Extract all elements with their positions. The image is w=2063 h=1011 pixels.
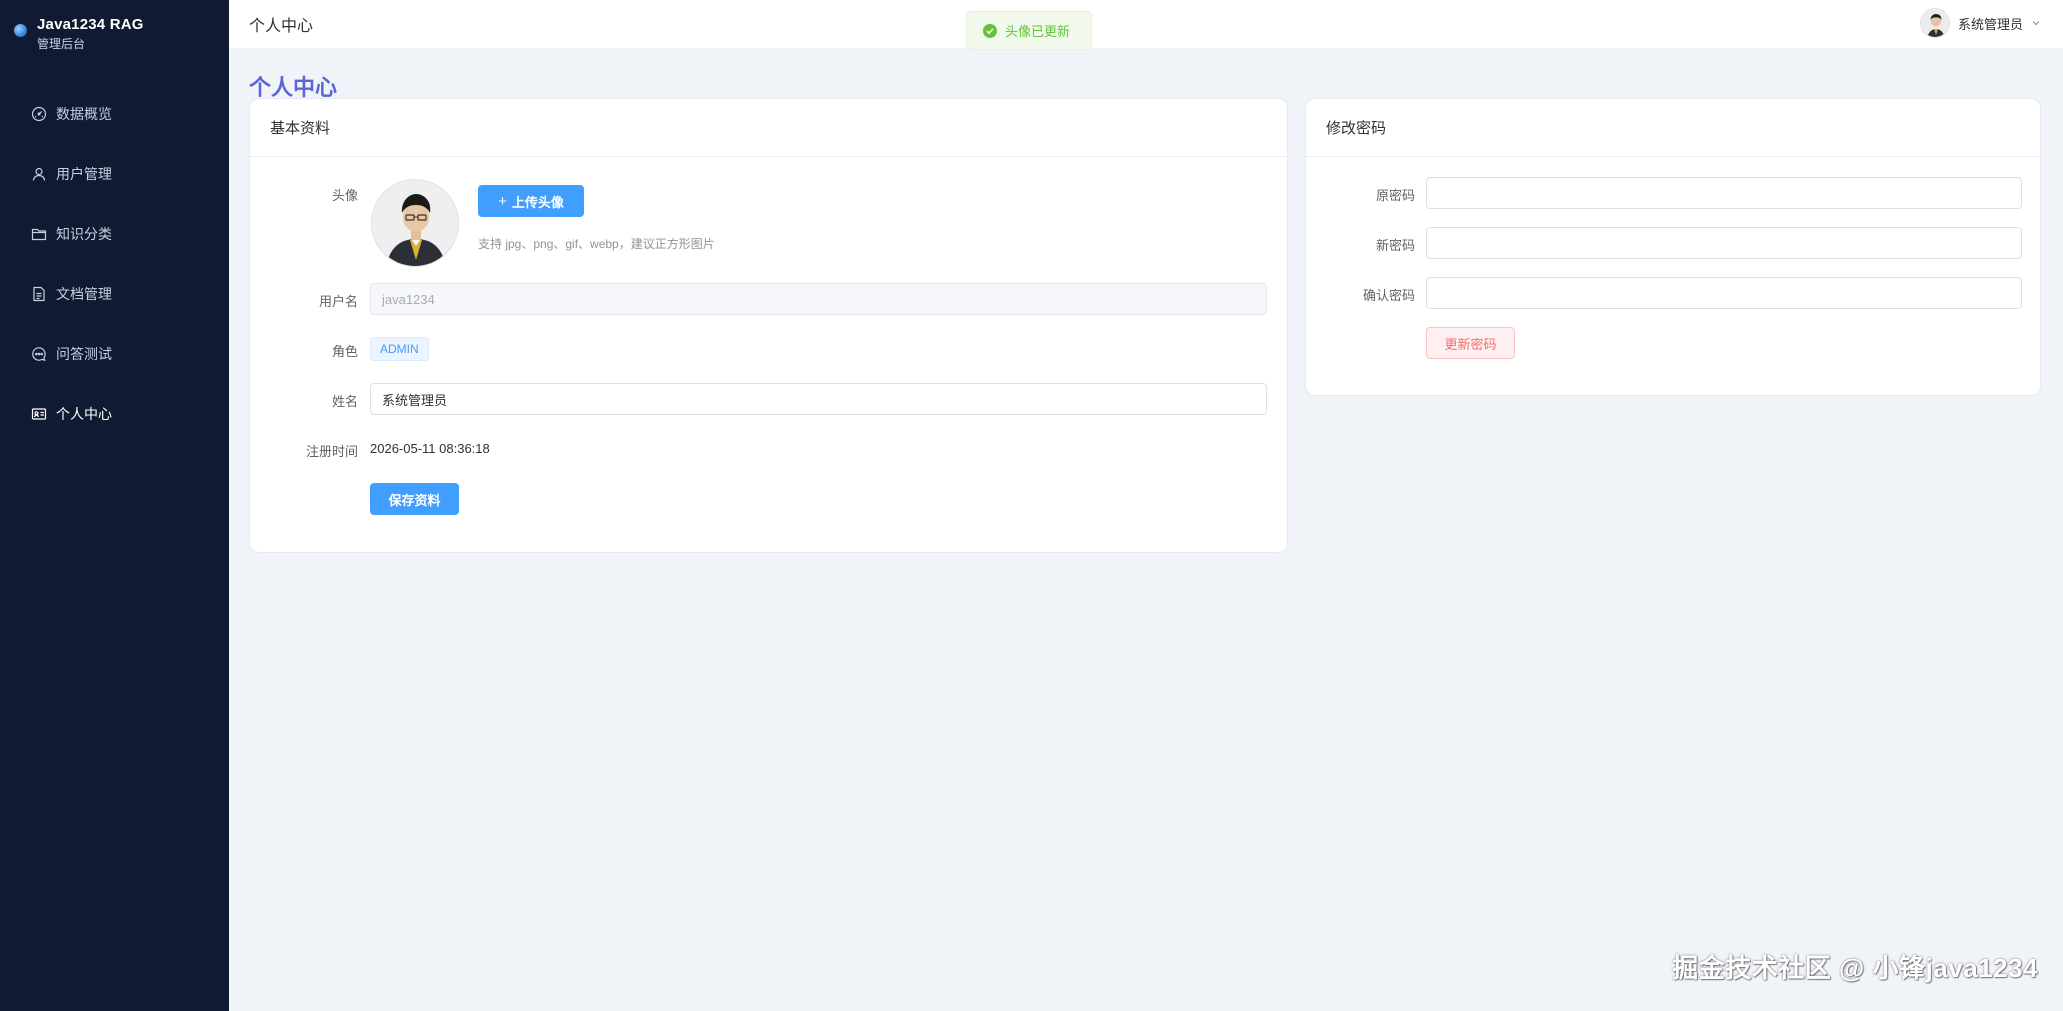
watermark: 掘金技术社区 @ 小锋java1234 — [1672, 953, 2038, 983]
sidebar-item-label: 用户管理 — [56, 166, 112, 182]
check-circle-icon — [983, 23, 997, 38]
confirm-password-input[interactable] — [1426, 277, 2022, 309]
upload-avatar-label: 上传头像 — [511, 194, 564, 210]
id-card-icon — [31, 408, 47, 420]
new-password-input[interactable] — [1426, 227, 2022, 259]
sidebar-item-label: 数据概览 — [56, 106, 112, 122]
plus-icon: + — [498, 192, 507, 210]
register-time-value: 2026-05-11 08:36:18 — [370, 441, 490, 456]
brand[interactable]: Java1234 RAG 管理后台 — [14, 16, 144, 52]
username-input[interactable]: java1234 — [370, 283, 1267, 315]
sidebar-item-documents[interactable]: 文档管理 — [0, 264, 229, 324]
sidebar-item-profile[interactable]: 个人中心 — [0, 384, 229, 444]
role-label: 角色 — [331, 344, 358, 359]
confirm-password-label: 确认密码 — [1362, 288, 1415, 303]
username-label: 用户名 — [318, 294, 358, 309]
name-input[interactable]: 系统管理员 — [370, 383, 1267, 415]
old-password-input[interactable] — [1426, 177, 2022, 209]
sidebar-item-categories[interactable]: 知识分类 — [0, 204, 229, 264]
brand-logo-icon — [14, 24, 27, 37]
sidebar-item-dashboard[interactable]: 数据概览 — [0, 84, 229, 144]
chat-icon — [32, 347, 46, 362]
chevron-down-icon — [2032, 21, 2040, 26]
old-password-label: 原密码 — [1375, 188, 1415, 203]
sidebar-item-label: 知识分类 — [56, 226, 112, 242]
password-card-title: 修改密码 — [1306, 99, 2040, 157]
folder-icon — [31, 228, 47, 241]
sidebar-item-label: 个人中心 — [56, 406, 112, 422]
profile-card: 基本资料 头像 + 上传头像 支持 jpg、png、gif、webp，建议正方形… — [249, 98, 1288, 553]
avatar — [1919, 8, 1950, 38]
user-icon — [32, 167, 46, 181]
user-photo-icon — [372, 180, 458, 266]
brand-subtitle: 管理后台 — [37, 37, 86, 51]
user-photo-icon — [1920, 9, 1949, 37]
new-password-label: 新密码 — [1375, 238, 1415, 253]
header-title: 个人中心 — [249, 18, 314, 35]
sidebar-item-label: 文档管理 — [56, 286, 112, 302]
user-menu-trigger[interactable]: 系统管理员 — [1919, 7, 2041, 39]
document-icon — [33, 286, 45, 302]
avatar-label: 头像 — [331, 188, 358, 203]
sidebar-item-label: 问答测试 — [56, 346, 112, 362]
toast-message: 头像已更新 — [1005, 24, 1071, 39]
password-card: 修改密码 原密码 新密码 确认密码 更新密码 — [1305, 98, 2041, 396]
update-password-button[interactable]: 更新密码 — [1426, 327, 1515, 359]
upload-hint: 支持 jpg、png、gif、webp，建议正方形图片 — [478, 237, 715, 251]
sidebar-item-users[interactable]: 用户管理 — [0, 144, 229, 204]
role-badge: ADMIN — [370, 337, 429, 361]
brand-title: Java1234 RAG — [37, 16, 144, 33]
upload-avatar-button[interactable]: + 上传头像 — [478, 185, 584, 217]
success-toast: 头像已更新 — [966, 11, 1092, 50]
register-time-label: 注册时间 — [305, 444, 358, 459]
user-name: 系统管理员 — [1957, 16, 2023, 32]
sidebar-item-qa-test[interactable]: 问答测试 — [0, 324, 229, 384]
sidebar: Java1234 RAG 管理后台 数据概览 用户管理 知识分类 文档管理 问答… — [0, 0, 229, 1011]
name-label: 姓名 — [331, 394, 358, 409]
gauge-icon — [31, 106, 47, 122]
save-profile-button[interactable]: 保存资料 — [370, 483, 459, 515]
sidebar-menu: 数据概览 用户管理 知识分类 文档管理 问答测试 个人中心 — [0, 84, 229, 444]
top-header: 个人中心 系统管理员 — [229, 0, 2063, 48]
profile-card-title: 基本资料 — [250, 99, 1287, 157]
profile-avatar[interactable] — [371, 179, 459, 267]
